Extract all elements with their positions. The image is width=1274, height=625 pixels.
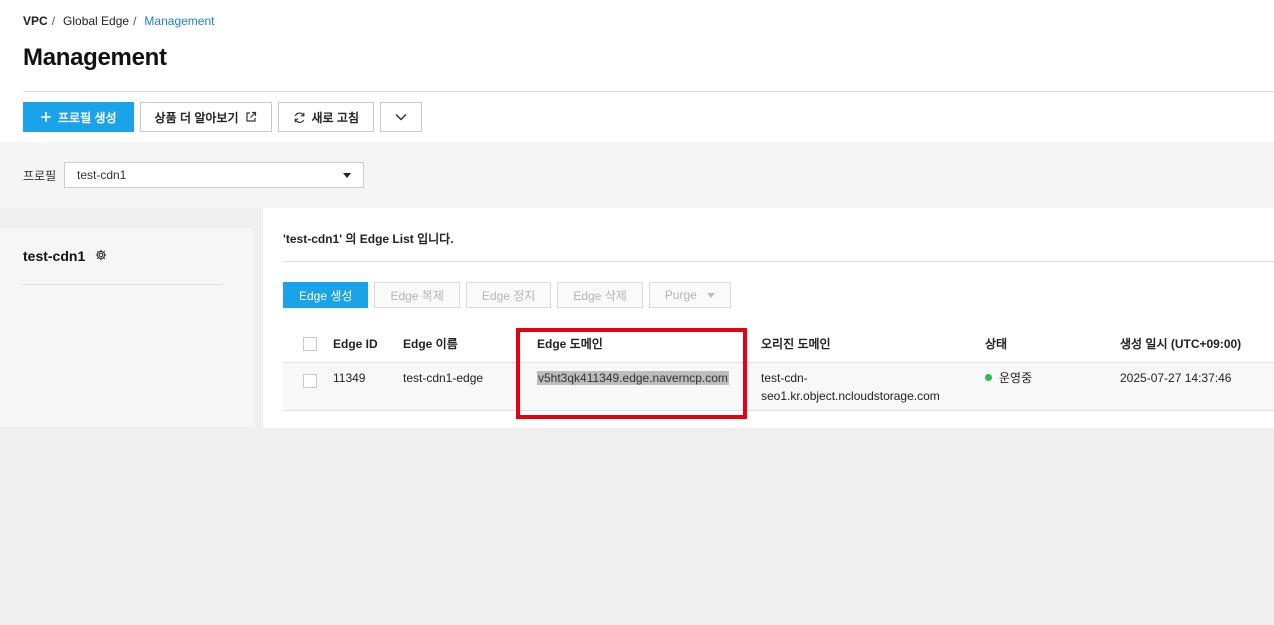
edge-table: Edge ID Edge 이름 Edge 도메인 오리진 도메인 상태 생성 일… (283, 327, 1274, 411)
breadcrumb-separator: / (133, 14, 137, 28)
edge-domain-highlight-box (516, 328, 747, 419)
column-header-edge-id[interactable]: Edge ID (333, 335, 378, 353)
breadcrumb-item-vpc[interactable]: VPC (23, 14, 48, 28)
column-header-edge-name[interactable]: Edge 이름 (403, 335, 458, 353)
created-cell: 2025-07-27 14:37:46 (1120, 371, 1232, 385)
learn-more-button[interactable]: 상품 더 알아보기 (139, 102, 272, 132)
edge-list-title: 'test-cdn1' 의 Edge List 입니다. (283, 232, 454, 246)
gear-icon[interactable] (95, 248, 107, 264)
purge-button[interactable]: Purge (648, 282, 731, 308)
row-checkbox[interactable] (303, 374, 317, 388)
edge-name-cell: test-cdn1-edge (403, 371, 484, 385)
stop-edge-button[interactable]: Edge 정지 (465, 282, 552, 308)
origin-domain-line1: test-cdn- (761, 371, 808, 385)
origin-domain-line2: seo1.kr.object.ncloudstorage.com (761, 389, 940, 403)
caret-down-icon (343, 172, 351, 178)
caret-down-icon (706, 292, 715, 298)
chevron-down-icon (394, 112, 408, 122)
profile-divider (23, 284, 223, 285)
plus-icon (40, 111, 52, 123)
refresh-icon (293, 111, 306, 124)
more-options-button[interactable] (380, 102, 422, 132)
profile-panel: test-cdn1 (0, 228, 253, 427)
select-all-checkbox[interactable] (303, 337, 317, 351)
create-profile-button[interactable]: 프로필 생성 (23, 102, 134, 132)
table-header: Edge ID Edge 이름 Edge 도메인 오리진 도메인 상태 생성 일… (283, 327, 1274, 363)
page-title: Management (23, 44, 167, 71)
profile-select[interactable]: test-cdn1 (64, 162, 364, 188)
profile-select-value: test-cdn1 (77, 168, 127, 182)
breadcrumb-item-management[interactable]: Management (144, 14, 214, 28)
profile-filter-bar: 프로필 test-cdn1 (0, 142, 1274, 208)
learn-more-label: 상품 더 알아보기 (154, 110, 239, 125)
status-cell: 운영중 (985, 369, 1032, 387)
breadcrumb-separator: / (51, 14, 56, 28)
profile-filter-label: 프로필 (23, 169, 57, 183)
refresh-label: 새로 고침 (311, 110, 360, 125)
edge-list-divider (283, 261, 1274, 262)
purge-label: Purge (664, 288, 697, 302)
toolbar: 프로필 생성 상품 더 알아보기 새로 고침 (23, 102, 422, 132)
breadcrumb: VPC / Global Edge / Management (23, 14, 214, 28)
copy-edge-button[interactable]: Edge 복제 (374, 282, 460, 308)
status-running-icon (985, 374, 992, 381)
profile-name: test-cdn1 (23, 248, 107, 264)
profile-name-label: test-cdn1 (23, 248, 86, 264)
edge-actions: Edge 생성 Edge 복제 Edge 정지 Edge 삭제 Purge (283, 282, 731, 308)
create-edge-button[interactable]: Edge 생성 (283, 282, 369, 308)
title-divider (23, 91, 1274, 92)
origin-domain-cell: test-cdn- seo1.kr.object.ncloudstorage.c… (761, 369, 940, 405)
breadcrumb-item-global-edge[interactable]: Global Edge (63, 14, 129, 28)
external-link-icon (245, 111, 257, 123)
column-header-origin-domain[interactable]: 오리진 도메인 (761, 335, 831, 353)
table-row[interactable]: 11349 test-cdn1-edge v5ht3qk411349.edge.… (283, 363, 1274, 411)
create-profile-label: 프로필 생성 (58, 110, 117, 125)
refresh-button[interactable]: 새로 고침 (277, 102, 374, 132)
column-header-created[interactable]: 생성 일시 (UTC+09:00) (1120, 335, 1241, 353)
status-badge: 운영중 (999, 371, 1033, 385)
column-header-status[interactable]: 상태 (985, 335, 1007, 353)
delete-edge-button[interactable]: Edge 삭제 (557, 282, 643, 308)
edge-id-cell: 11349 (333, 371, 366, 385)
